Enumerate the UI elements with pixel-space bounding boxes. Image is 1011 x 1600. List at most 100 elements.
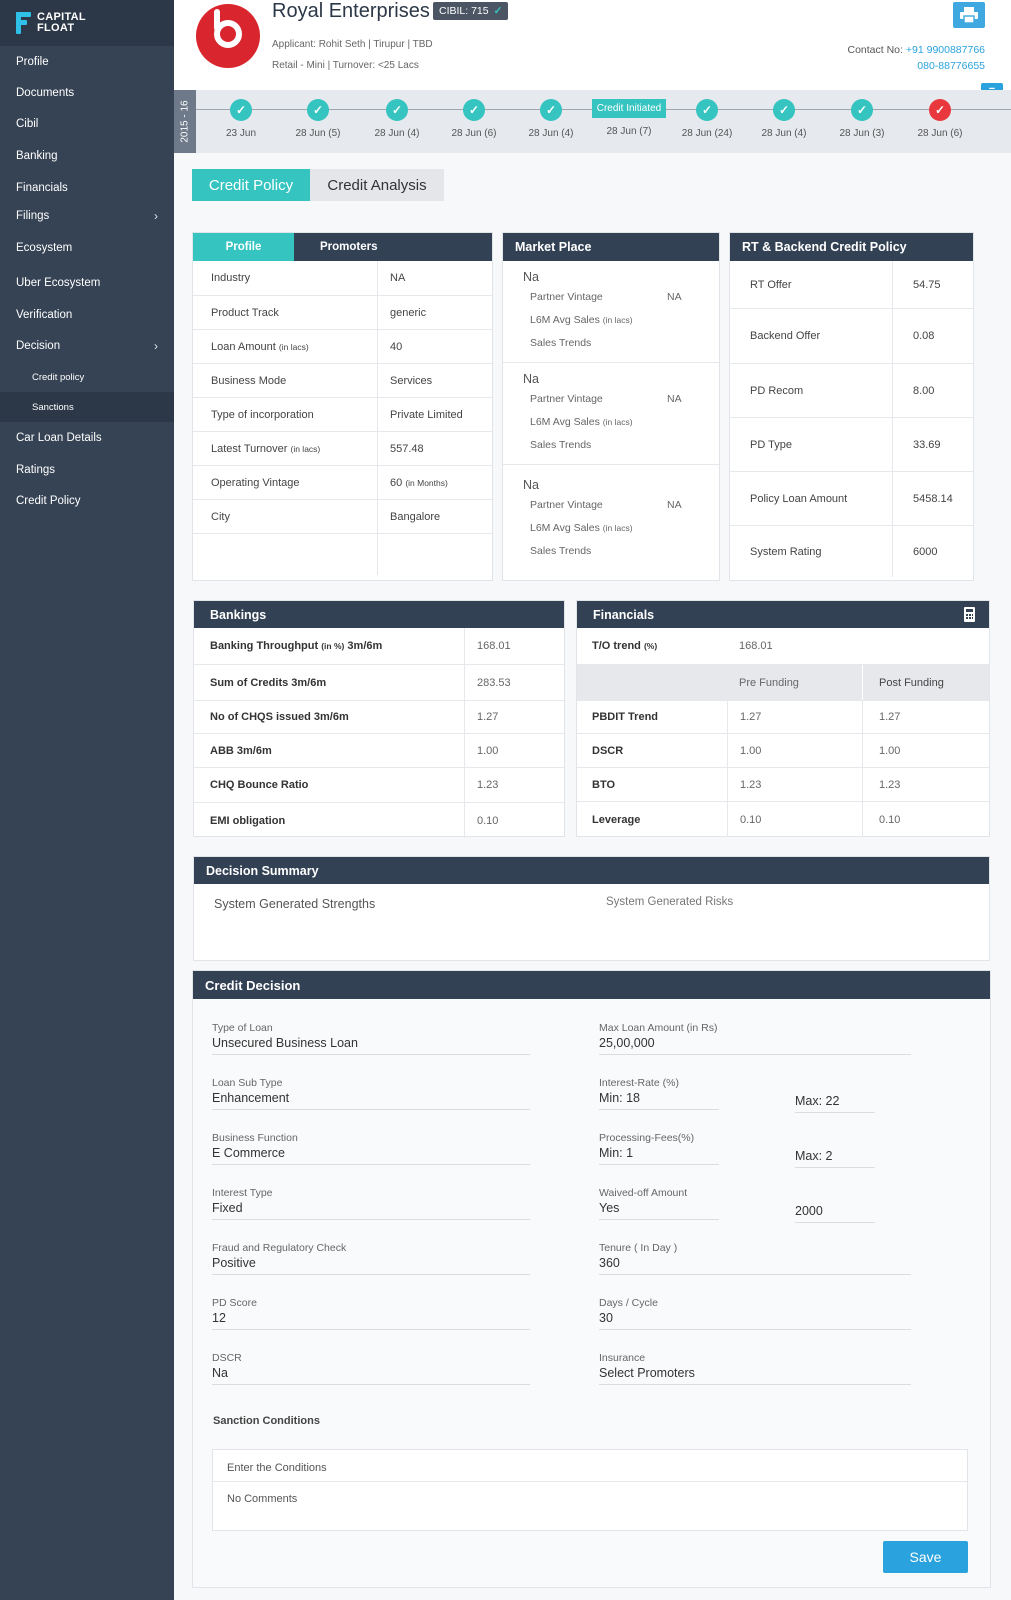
profile-row: Latest Turnover (in lacs) 557.48 [193,431,492,465]
max-loan-field[interactable]: Max Loan Amount (in Rs) 25,00,000 [599,1022,911,1055]
year-label: 2015 - 16 [174,90,196,153]
profile-row: Business Mode Services [193,363,492,397]
fees-max-field[interactable]: Max: 2 [795,1147,875,1168]
financials-panel: Financials T/O trend (%) 168.01 Pre Fund… [576,600,990,837]
sidebar-item-documents[interactable]: Documents [0,77,174,109]
strengths-label: System Generated Strengths [214,897,376,911]
check-icon: ✓ [493,5,503,17]
sidebar-item-filings[interactable]: Filings › [0,203,174,229]
comments-text: No Comments [227,1493,298,1505]
bankings-title: Bankings [194,601,564,628]
timeline-step[interactable]: ✓ 23 Jun [201,99,281,139]
loan-sub-type-field[interactable]: Loan Sub Type Enhancement [212,1077,530,1110]
interest-type-field[interactable]: Interest Type Fixed [212,1187,530,1220]
financials-title: Financials [593,607,655,622]
profile-row: Loan Amount (in lacs) 40 [193,329,492,363]
check-icon: ✓ [851,99,873,121]
sidebar-item-financials[interactable]: Financials [0,172,174,204]
timeline-step[interactable]: ✓ 28 Jun (3) [822,99,902,139]
check-icon: ✓ [929,99,951,121]
timeline-step[interactable]: ✓ 28 Jun (24) [667,99,747,139]
banking-row: CHQ Bounce Ratio 1.23 [194,767,564,802]
print-button[interactable] [953,2,985,28]
credit-decision-panel: Credit Decision Type of Loan Unsecured Bu… [192,970,991,1588]
sidebar-item-ratings[interactable]: Ratings [0,454,174,486]
market-group: Na Partner Vintage NA L6M Avg Sales (in … [503,362,719,464]
interest-max-field[interactable]: Max: 22 [795,1092,875,1113]
logo-mark-icon [16,12,31,34]
content-area: Credit Policy Credit Analysis Profile Pr… [174,153,1011,1600]
sidebar-item-decision[interactable]: Decision › [0,331,174,363]
conditions-input[interactable]: Enter the Conditions [213,1450,967,1482]
decision-summary-panel: Decision Summary System Generated Streng… [193,856,990,961]
sidebar-subitem-credit-policy[interactable]: Credit policy [0,362,174,392]
tab-profile[interactable]: Profile [193,233,294,261]
timeline-step[interactable]: ✓ 28 Jun (4) [511,99,591,139]
save-button[interactable]: Save [883,1541,968,1573]
sanction-conditions-box: Enter the Conditions No Comments [212,1449,968,1531]
decision-summary-title: Decision Summary [194,857,989,884]
to-trend-row: T/O trend (%) 168.01 [592,640,773,652]
sidebar-item-verification[interactable]: Verification [0,299,174,331]
fraud-check-field[interactable]: Fraud and Regulatory Check Positive [212,1242,530,1275]
profile-row: Type of incorporation Private Limited [193,397,492,431]
check-icon: ✓ [773,99,795,121]
phone-primary[interactable]: +91 9900887766 [906,44,985,56]
tab-credit-policy[interactable]: Credit Policy [192,169,310,201]
contact-info: Contact No: +91 9900887766 080-88776655 [847,44,986,74]
financial-row: Leverage 0.10 0.10 [577,801,989,837]
waived-off-amount-field[interactable]: 2000 [795,1202,875,1223]
fees-min-field[interactable]: Processing-Fees(%) Min: 1 [599,1132,719,1165]
timeline-step[interactable]: ✓ 28 Jun (4) [357,99,437,139]
funding-header: Pre Funding Post Funding [577,664,989,700]
sidebar-item-ecosystem[interactable]: Ecosystem [0,229,174,267]
interest-min-field[interactable]: Interest-Rate (%) Min: 18 [599,1077,719,1110]
status-timeline: 2015 - 16 ✓ 23 Jun ✓ 28 Jun (5) ✓ 28 Jun (4… [174,90,1011,153]
phone-secondary[interactable]: 080-88776655 [848,58,985,74]
timeline-step[interactable]: ✓ 28 Jun (5) [278,99,358,139]
profile-row: Industry NA [193,261,492,295]
timeline-step-current[interactable]: Credit Initiated 28 Jun (7) [589,98,669,137]
rt-row: System Rating 6000 [730,525,973,577]
market-place-title: Market Place [503,233,719,261]
applicant-header: Royal Enterprises CIBIL: 715 ✓ Applicant:… [174,0,1011,97]
timeline-step[interactable]: ✓ 28 Jun (4) [744,99,824,139]
business-function-field[interactable]: Business Function E Commerce [212,1132,530,1165]
financial-row: PBDIT Trend 1.27 1.27 [577,700,989,733]
profile-row-empty [193,533,492,575]
tab-credit-analysis[interactable]: Credit Analysis [310,169,444,201]
capital-float-logo[interactable]: CAPITAL FLOAT [0,0,174,46]
sidebar-item-credit-policy[interactable]: Credit Policy [0,485,174,517]
check-icon: ✓ [386,99,408,121]
type-of-loan-field[interactable]: Type of Loan Unsecured Business Loan [212,1022,530,1055]
printer-icon [960,7,978,23]
rt-backend-title: RT & Backend Credit Policy [730,233,973,261]
dscr-field[interactable]: DSCR Na [212,1352,530,1385]
sidebar-item-car-loan-details[interactable]: Car Loan Details [0,422,174,454]
banking-row: EMI obligation 0.10 [194,802,564,838]
profile-panel: Profile Promoters Industry NA Product Tra… [192,232,493,581]
financial-row: BTO 1.23 1.23 [577,767,989,801]
waived-off-field[interactable]: Waived-off Amount Yes [599,1187,719,1220]
rt-row: Policy Loan Amount 5458.14 [730,471,973,525]
insurance-select[interactable]: Insurance Select Promoters [599,1352,911,1385]
profile-row: Operating Vintage 60 (in Months) [193,465,492,499]
market-group: Na Partner Vintage NA L6M Avg Sales (in … [523,270,682,349]
tenure-field[interactable]: Tenure ( In Day ) 360 [599,1242,911,1275]
check-icon: ✓ [307,99,329,121]
banking-row: ABB 3m/6m 1.00 [194,733,564,767]
timeline-step[interactable]: ✓ 28 Jun (6) [900,99,980,139]
sanction-conditions-label: Sanction Conditions [213,1415,320,1427]
timeline-step[interactable]: ✓ 28 Jun (6) [434,99,514,139]
rt-row: Backend Offer 0.08 [730,308,973,363]
sidebar-item-uber-ecosystem[interactable]: Uber Ecosystem [0,267,174,299]
days-cycle-field[interactable]: Days / Cycle 30 [599,1297,911,1330]
sidebar-nav: Profile Documents Cibil Banking Financia… [0,46,174,517]
sidebar-subitem-sanctions[interactable]: Sanctions [0,392,174,423]
sidebar-item-cibil[interactable]: Cibil [0,109,174,141]
calculator-icon[interactable] [964,607,975,622]
sidebar-item-profile[interactable]: Profile [0,46,174,77]
pd-score-field[interactable]: PD Score 12 [212,1297,530,1330]
tab-promoters[interactable]: Promoters [294,233,492,261]
sidebar-item-banking[interactable]: Banking [0,140,174,172]
